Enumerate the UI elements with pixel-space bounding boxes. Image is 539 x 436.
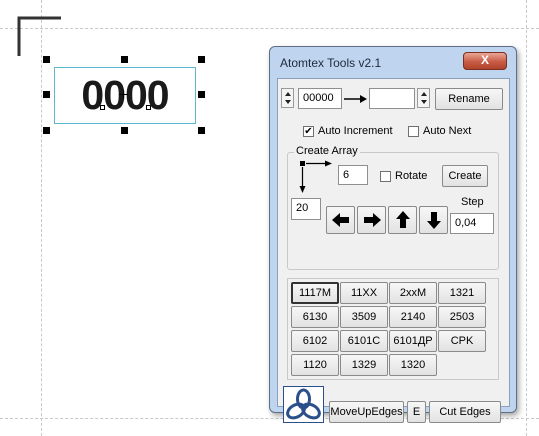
preset-button[interactable]: 6101ДР: [389, 330, 437, 352]
preset-button[interactable]: 1117M: [291, 282, 339, 304]
crop-mark-icon: [17, 16, 61, 56]
atomtex-logo-icon: [286, 388, 321, 420]
rotation-center-icon[interactable]: [119, 90, 128, 99]
create-button[interactable]: Create: [442, 165, 488, 187]
step-input[interactable]: 0,04: [450, 213, 494, 234]
cut-edges-button[interactable]: Cut Edges: [429, 401, 501, 423]
preset-button[interactable]: CPK: [438, 330, 486, 352]
resize-handle-sw[interactable]: [43, 127, 50, 134]
array-columns-input[interactable]: 6: [338, 165, 368, 185]
auto-increment-checkbox[interactable]: ✔ Auto Increment: [303, 125, 393, 137]
close-button[interactable]: X: [463, 52, 507, 70]
auto-next-label: Auto Next: [423, 125, 472, 137]
rotate-checkbox[interactable]: Rotate: [380, 170, 427, 182]
start-value-spinner[interactable]: [281, 88, 294, 108]
arrow-right-icon: [363, 213, 381, 227]
auto-increment-label: Auto Increment: [318, 125, 393, 137]
preset-button[interactable]: 6102: [291, 330, 339, 352]
arrow-up-icon: [395, 211, 410, 228]
resize-handle-n[interactable]: [121, 56, 128, 63]
auto-next-check-box[interactable]: [408, 125, 419, 137]
move-right-button[interactable]: [357, 206, 386, 234]
preset-button[interactable]: 1329: [340, 354, 388, 376]
guide-line-right: [526, 0, 527, 436]
move-up-edges-button[interactable]: MoveUpEdges: [329, 401, 404, 423]
e-button[interactable]: E: [407, 401, 426, 423]
resize-handle-w[interactable]: [43, 91, 50, 98]
array-direction-icon: [299, 160, 332, 193]
node-handle-left[interactable]: [100, 105, 105, 110]
preset-button[interactable]: 2xxM: [389, 282, 437, 304]
step-label: Step: [461, 196, 484, 208]
rotate-check-box[interactable]: [380, 170, 391, 182]
resize-handle-e[interactable]: [198, 91, 205, 98]
preset-button[interactable]: 6130: [291, 306, 339, 328]
target-value-input[interactable]: [369, 88, 415, 109]
start-value-input[interactable]: 00000: [298, 88, 342, 109]
window-client-area: 00000 Rename ✔ Auto Increment Auto Next …: [277, 78, 510, 423]
auto-next-checkbox[interactable]: Auto Next: [408, 125, 471, 137]
arrow-right-icon: [344, 95, 367, 103]
guide-line-top: [0, 28, 539, 29]
preset-button[interactable]: 11XX: [340, 282, 388, 304]
arrow-left-icon: [331, 213, 349, 227]
preset-button[interactable]: 3509: [340, 306, 388, 328]
spin-down-icon[interactable]: [285, 100, 291, 104]
move-up-button[interactable]: [388, 206, 417, 234]
atomtex-tools-window: Atomtex Tools v2.1 X 00000 Rename ✔ Auto…: [269, 46, 517, 423]
auto-increment-check-box[interactable]: ✔: [303, 125, 314, 137]
spin-down-icon[interactable]: [421, 100, 427, 104]
preset-button[interactable]: 2503: [438, 306, 486, 328]
resize-handle-nw[interactable]: [43, 56, 50, 63]
preset-grid: 1117M 11XX 2xxM 1321 6130 3509 2140 2503…: [287, 278, 499, 380]
preset-button[interactable]: 1321: [438, 282, 486, 304]
preset-button[interactable]: 1320: [389, 354, 437, 376]
array-rows-input[interactable]: 20: [291, 198, 321, 220]
arrow-down-icon: [426, 212, 441, 229]
rotate-label: Rotate: [395, 170, 428, 182]
target-value-spinner[interactable]: [417, 88, 430, 108]
move-down-button[interactable]: [419, 206, 448, 234]
move-left-button[interactable]: [326, 206, 355, 234]
spin-up-icon[interactable]: [421, 92, 427, 96]
node-handle-right[interactable]: [146, 105, 151, 110]
create-array-group: Create Array 6 Rotate Create 20 Step 0,0…: [287, 145, 499, 270]
spin-up-icon[interactable]: [285, 92, 291, 96]
preset-button[interactable]: 2140: [389, 306, 437, 328]
atomtex-logo-button[interactable]: [283, 386, 324, 423]
preset-button[interactable]: 1120: [291, 354, 339, 376]
rename-button[interactable]: Rename: [435, 88, 503, 110]
resize-handle-ne[interactable]: [198, 56, 205, 63]
resize-handle-s[interactable]: [121, 127, 128, 134]
window-title: Atomtex Tools v2.1: [280, 56, 382, 70]
resize-handle-se[interactable]: [198, 127, 205, 134]
guide-line-left: [41, 0, 42, 436]
create-array-group-label: Create Array: [294, 145, 360, 157]
preset-button[interactable]: 6101C: [340, 330, 388, 352]
